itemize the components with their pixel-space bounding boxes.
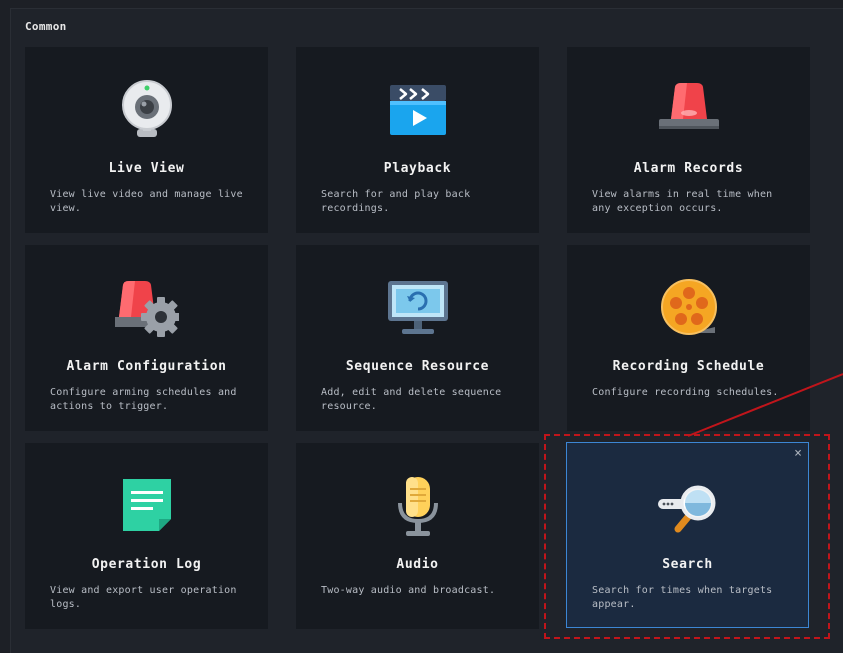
card-recording-schedule[interactable]: Recording Schedule Configure recording s… <box>567 245 810 431</box>
card-description: Configure arming schedules and actions t… <box>50 387 237 412</box>
card-description: View alarms in real time when any except… <box>592 189 773 214</box>
card-alarm-configuration[interactable]: Alarm Configuration Configure arming sch… <box>25 245 268 431</box>
card-search[interactable]: × Search Search for times when targets a… <box>566 442 809 628</box>
card-title: Operation Log <box>91 557 202 572</box>
card-title: Playback <box>383 161 452 176</box>
card-description: View and export user operation logs. <box>50 585 237 610</box>
card-playback[interactable]: Playback Search for and play back record… <box>296 47 539 233</box>
alarm-light-icon <box>658 83 719 129</box>
card-description: Configure recording schedules. <box>592 387 779 398</box>
card-title: Search <box>662 557 713 572</box>
clapperboard-play-icon <box>389 85 446 135</box>
card-title: Sequence Resource <box>345 359 490 374</box>
card-title: Alarm Configuration <box>66 359 227 374</box>
card-audio[interactable]: Audio Two-way audio and broadcast. <box>296 443 539 629</box>
card-live-view[interactable]: Live View View live video and manage liv… <box>25 47 268 233</box>
card-sequence-resource[interactable]: Sequence Resource Add, edit and delete s… <box>296 245 539 431</box>
webcam-icon <box>121 80 172 137</box>
close-icon[interactable]: × <box>794 447 802 460</box>
card-description: View live video and manage live view. <box>50 189 243 214</box>
film-reel-icon <box>660 279 717 335</box>
card-title: Alarm Records <box>633 161 744 176</box>
card-description: Two-way audio and broadcast. <box>321 585 496 596</box>
microphone-icon <box>397 477 438 536</box>
card-title: Recording Schedule <box>612 359 765 374</box>
document-log-icon <box>122 479 171 531</box>
card-operation-log[interactable]: Operation Log View and export user opera… <box>25 443 268 629</box>
card-alarm-records[interactable]: Alarm Records View alarms in real time w… <box>567 47 810 233</box>
card-title: Live View <box>108 161 185 176</box>
magnifier-search-icon <box>657 485 715 533</box>
card-description: Search for times when targets appear. <box>592 585 773 610</box>
card-title: Audio <box>396 557 439 572</box>
alarm-gear-icon <box>114 281 179 337</box>
app-window: Common Live View View live video and man… <box>0 0 843 653</box>
card-description: Add, edit and delete sequence resource. <box>321 387 502 412</box>
monitor-refresh-icon <box>387 281 448 334</box>
section-title: Common <box>25 20 67 33</box>
card-description: Search for and play back recordings. <box>321 189 471 214</box>
